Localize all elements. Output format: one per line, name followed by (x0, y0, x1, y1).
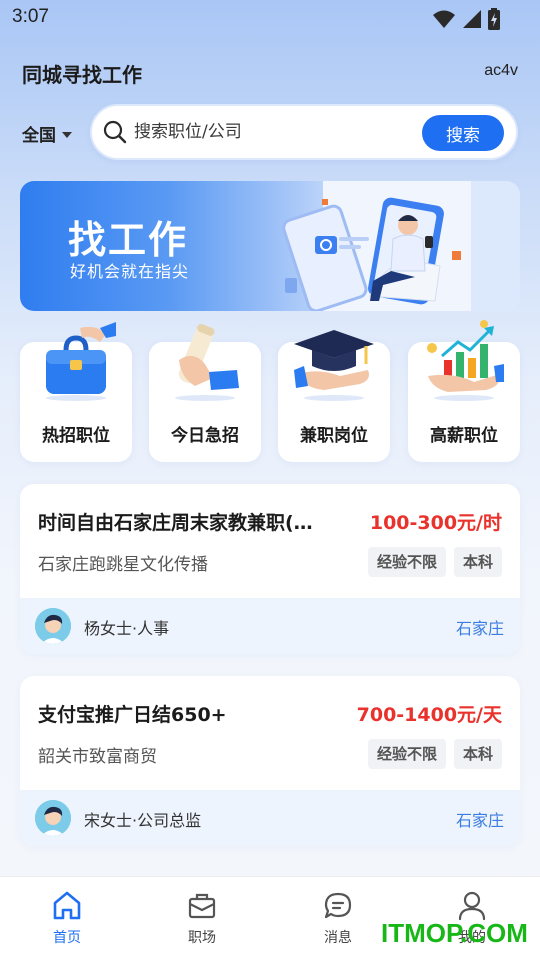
job-recruiter-row: 杨女士·人事 石家庄 (20, 598, 520, 654)
category-urgent-today[interactable]: 今日急招 (149, 324, 261, 462)
signal-icon (463, 10, 481, 28)
status-icons (432, 8, 500, 30)
chat-bubble-icon (324, 892, 352, 919)
category-part-time[interactable]: 兼职岗位 (278, 330, 390, 462)
status-time: 3:07 (12, 6, 49, 27)
chart-coins-icon (427, 320, 504, 401)
search-bar: 搜索 (90, 104, 518, 160)
job-city: 石家庄 (455, 619, 504, 638)
avatar (35, 608, 71, 644)
avatar-icon (35, 800, 71, 836)
briefcase-outline-icon (188, 893, 216, 919)
category-label: 今日急招 (171, 426, 239, 446)
job-salary: 100-300元/时 (369, 512, 502, 534)
briefcase-icon (46, 322, 116, 401)
tag-experience: 经验不限 (367, 547, 446, 577)
recruiter-name: 杨女士·人事 (84, 619, 170, 638)
job-company: 石家庄跑跳星文化传播 (38, 555, 208, 575)
caret-down-icon (62, 131, 72, 138)
job-tags: 经验不限 本科 (367, 547, 502, 577)
nav-item-messages[interactable]: 消息 (298, 889, 378, 947)
page-title: 同城寻找工作 (22, 63, 142, 87)
job-tags: 经验不限 本科 (367, 739, 502, 769)
search-input[interactable] (134, 119, 414, 145)
category-label: 热招职位 (42, 426, 110, 446)
job-salary: 700-1400元/天 (356, 704, 502, 726)
job-city: 石家庄 (455, 811, 504, 830)
job-title: 时间自由石家庄周末家教兼职(… (38, 512, 313, 534)
region-label: 全国 (22, 126, 56, 146)
banner-subtitle: 好机会就在指尖 (70, 262, 190, 281)
search-button[interactable]: 搜索 (422, 115, 504, 151)
scroll-icon (175, 324, 239, 401)
recruiter-name: 宋女士·公司总监 (84, 811, 202, 830)
watermark: ITMOP.COM (381, 918, 528, 948)
tag-experience: 经验不限 (367, 739, 446, 769)
status-bar: 3:07 (0, 0, 540, 36)
wifi-icon (433, 10, 455, 28)
job-recruiter-row: 宋女士·公司总监 石家庄 (20, 790, 520, 846)
nav-label: 首页 (53, 930, 81, 946)
nav-label: 消息 (324, 930, 352, 946)
home-icon (53, 891, 81, 920)
nav-item-workplace[interactable]: 职场 (162, 889, 242, 947)
banner-title: 找工作 (68, 218, 189, 262)
battery-icon (488, 8, 500, 30)
avatar-icon (35, 608, 71, 644)
search-icon (103, 120, 127, 144)
category-label: 兼职岗位 (300, 426, 368, 446)
category-grid: 热招职位 今日急招 兼职岗位 高薪职位 (20, 320, 520, 464)
region-selector[interactable]: 全国 (22, 121, 72, 146)
job-title: 支付宝推广日结650+ (38, 704, 227, 726)
avatar (35, 800, 71, 836)
tag-education: 本科 (453, 547, 502, 577)
banner-illustration (282, 181, 520, 311)
graduation-cap-icon (294, 330, 374, 401)
promo-banner[interactable]: 找工作 好机会就在指尖 (20, 181, 520, 311)
job-card[interactable]: 时间自由石家庄周末家教兼职(… 100-300元/时 石家庄跑跳星文化传播 经验… (20, 484, 520, 654)
nav-label: 职场 (188, 930, 216, 946)
category-high-salary[interactable]: 高薪职位 (408, 320, 520, 462)
header-right-text: ac4v (484, 62, 518, 79)
category-hot-jobs[interactable]: 热招职位 (20, 322, 132, 462)
nav-item-home[interactable]: 首页 (27, 889, 107, 947)
job-company: 韶关市致富商贸 (38, 747, 157, 767)
category-label: 高薪职位 (430, 426, 498, 446)
job-card[interactable]: 支付宝推广日结650+ 700-1400元/天 韶关市致富商贸 经验不限 本科 … (20, 676, 520, 846)
tag-education: 本科 (453, 739, 502, 769)
